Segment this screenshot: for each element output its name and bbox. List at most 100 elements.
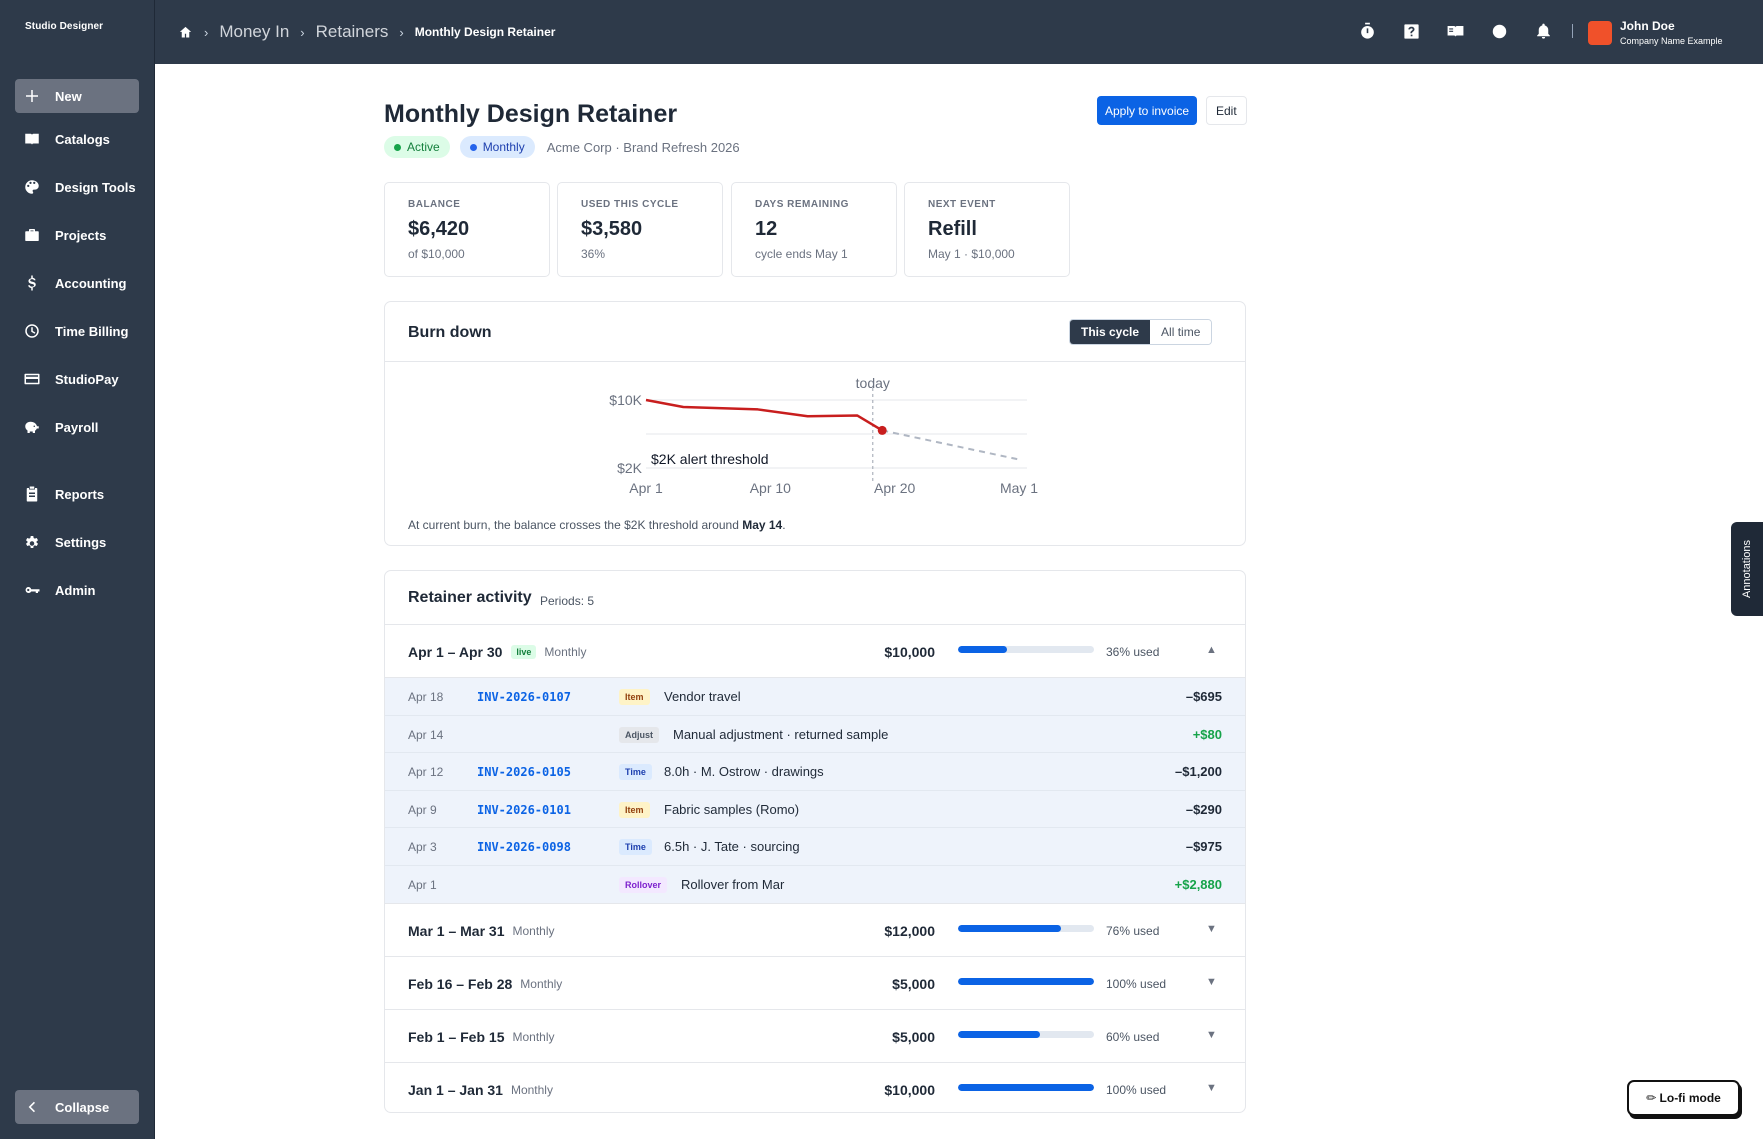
sidebar-item-label: Projects: [55, 227, 107, 243]
divider: [1572, 24, 1573, 38]
collapse-button[interactable]: Collapse: [15, 1090, 139, 1124]
invoice-link[interactable]: INV-2026-0098: [477, 840, 571, 854]
period-row[interactable]: Feb 16 – Feb 28 Monthly $5,000 100% used ▼: [385, 957, 1245, 1010]
apply-to-invoice-button[interactable]: Apply to invoice: [1097, 96, 1198, 125]
palette-icon: [22, 177, 42, 197]
entry-type-badge: Rollover: [619, 876, 668, 893]
page-title: Monthly Design Retainer: [384, 100, 678, 128]
note-text: At current burn, the balance crosses the…: [408, 518, 743, 532]
toggle-this-cycle[interactable]: This cycle: [1070, 320, 1151, 344]
avatar: [1588, 20, 1612, 45]
chevron-down-icon[interactable]: ▼: [1206, 1029, 1217, 1041]
entry-type-badge: Item: [619, 689, 650, 705]
sidebar-item-studiopay[interactable]: StudioPay: [15, 362, 139, 396]
period-frequency: Monthly: [512, 924, 555, 938]
edit-button[interactable]: Edit: [1206, 96, 1247, 125]
stat-value: $3,580: [581, 218, 643, 240]
plus-icon: [22, 86, 42, 106]
dollar-icon: [22, 273, 42, 293]
stat-value: Refill: [928, 218, 977, 240]
invoice-link[interactable]: INV-2026-0101: [477, 803, 571, 817]
x-tick-label: Apr 20: [874, 480, 915, 496]
chevron-down-icon[interactable]: ▼: [1206, 976, 1217, 988]
entry-amount: –$290: [1185, 801, 1222, 817]
frequency-label: Monthly: [482, 140, 525, 154]
toggle-all-time[interactable]: All time: [1150, 320, 1212, 344]
entry-row: Apr 14 Adjust Manual adjustment · returned…: [385, 716, 1245, 753]
clock-icon: [22, 321, 42, 341]
usage-bar: [958, 1031, 1094, 1038]
usage-bar: [958, 925, 1094, 932]
y-tick-label: $2K: [617, 460, 643, 476]
sidebar-item-accounting[interactable]: Accounting: [15, 266, 139, 300]
period-frequency: Monthly: [544, 645, 587, 659]
book-open-icon[interactable]: [1444, 20, 1466, 42]
chevron-down-icon[interactable]: ▼: [1206, 923, 1217, 935]
status-row: Active Monthly Acme Corp · Brand Refresh…: [384, 136, 740, 158]
new-button[interactable]: New: [15, 79, 139, 113]
sidebar-item-settings[interactable]: Settings: [15, 525, 139, 559]
usage-bar: [958, 978, 1094, 985]
entry-amount: +$80: [1192, 726, 1222, 742]
sidebar-item-admin[interactable]: Admin: [15, 573, 139, 607]
stat-used-this-cycle: USED THIS CYCLE $3,580 36%: [557, 182, 723, 277]
entry-amount: +$2,880: [1174, 876, 1222, 892]
stopwatch-icon[interactable]: [1356, 20, 1378, 42]
note-end: .: [782, 518, 786, 532]
sidebar-item-time-billing[interactable]: Time Billing: [15, 314, 139, 348]
usage-label: 60% used: [1106, 1030, 1160, 1044]
period-row[interactable]: Jan 1 – Jan 31 Monthly $10,000 100% used ▼: [385, 1063, 1245, 1112]
usage-bar-fill: [958, 925, 1062, 932]
x-tick-label: Apr 1: [629, 480, 663, 496]
bell-icon[interactable]: [1532, 20, 1554, 42]
today-label: today: [856, 375, 890, 391]
breadcrumb-separator: ›: [300, 24, 305, 40]
brand-logo[interactable]: Studio Designer: [25, 21, 103, 32]
entry-date: Apr 12: [408, 765, 444, 779]
stat-label: DAYS REMAINING: [755, 199, 849, 210]
sidebar-item-catalogs[interactable]: Catalogs: [15, 122, 139, 156]
gear-icon: [22, 532, 42, 552]
annotations-tab[interactable]: Annotations: [1731, 522, 1763, 616]
current-balance-point: [877, 425, 887, 435]
sidebar-item-reports[interactable]: Reports: [15, 477, 139, 511]
key-icon: [22, 580, 42, 600]
entry-description: 6.5h · J. Tate · sourcing: [664, 839, 800, 854]
circle-icon[interactable]: [1488, 20, 1510, 42]
chevron-up-icon[interactable]: ▲: [1206, 644, 1217, 656]
breadcrumb-separator: ›: [399, 24, 404, 40]
sidebar-item-payroll[interactable]: Payroll: [15, 410, 139, 444]
period-row[interactable]: Feb 1 – Feb 15 Monthly $5,000 60% used ▼: [385, 1010, 1245, 1063]
help-icon[interactable]: [1400, 20, 1422, 42]
breadcrumb-retainers[interactable]: Retainers: [316, 22, 389, 42]
period-row[interactable]: Mar 1 – Mar 31 Monthly $12,000 76% used ▼: [385, 904, 1245, 957]
new-label: New: [55, 88, 82, 104]
breadcrumb-money-in[interactable]: Money In: [219, 22, 289, 42]
activity-list: Apr 1 – Apr 30 live Monthly $10,000 36% used…: [385, 625, 1245, 1112]
lofi-mode-button[interactable]: ✏ Lo-fi mode: [1627, 1080, 1740, 1116]
y-tick-label: $10K: [609, 392, 642, 408]
sidebar-item-design-tools[interactable]: Design Tools: [15, 170, 139, 204]
entry-amount: –$975: [1185, 839, 1222, 854]
entry-description: Manual adjustment · returned sample: [673, 726, 889, 742]
user-name: John Doe: [1620, 19, 1675, 33]
usage-bar: [958, 1084, 1094, 1091]
entry-row: Apr 18 INV-2026-0107 Item Vendor travel –$69…: [385, 678, 1245, 716]
invoice-link[interactable]: INV-2026-0105: [477, 765, 571, 779]
chevron-down-icon[interactable]: ▼: [1206, 1082, 1217, 1094]
invoice-link[interactable]: INV-2026-0107: [477, 690, 571, 704]
home-icon[interactable]: [178, 25, 193, 40]
annotations-label: Annotations: [1741, 539, 1754, 599]
user-menu[interactable]: John Doe Company Name Example: [1588, 19, 1723, 46]
stat-label: BALANCE: [408, 199, 461, 210]
client-project: Acme Corp · Brand Refresh 2026: [546, 139, 740, 155]
piggy-bank-icon: [22, 417, 42, 437]
period-row[interactable]: Apr 1 – Apr 30 live Monthly $10,000 36% used…: [385, 625, 1245, 678]
entry-date: Apr 14: [408, 727, 444, 742]
entry-type-badge: Time: [619, 839, 652, 855]
burn-down-chart: today $10K $2K $2K alert threshold Apr 1 Apr …: [609, 375, 1038, 496]
stat-value: 12: [755, 218, 778, 240]
sidebar-item-projects[interactable]: Projects: [15, 218, 139, 252]
entry-description: Rollover from Mar: [681, 876, 785, 892]
period-amount: $10,000: [884, 644, 935, 660]
